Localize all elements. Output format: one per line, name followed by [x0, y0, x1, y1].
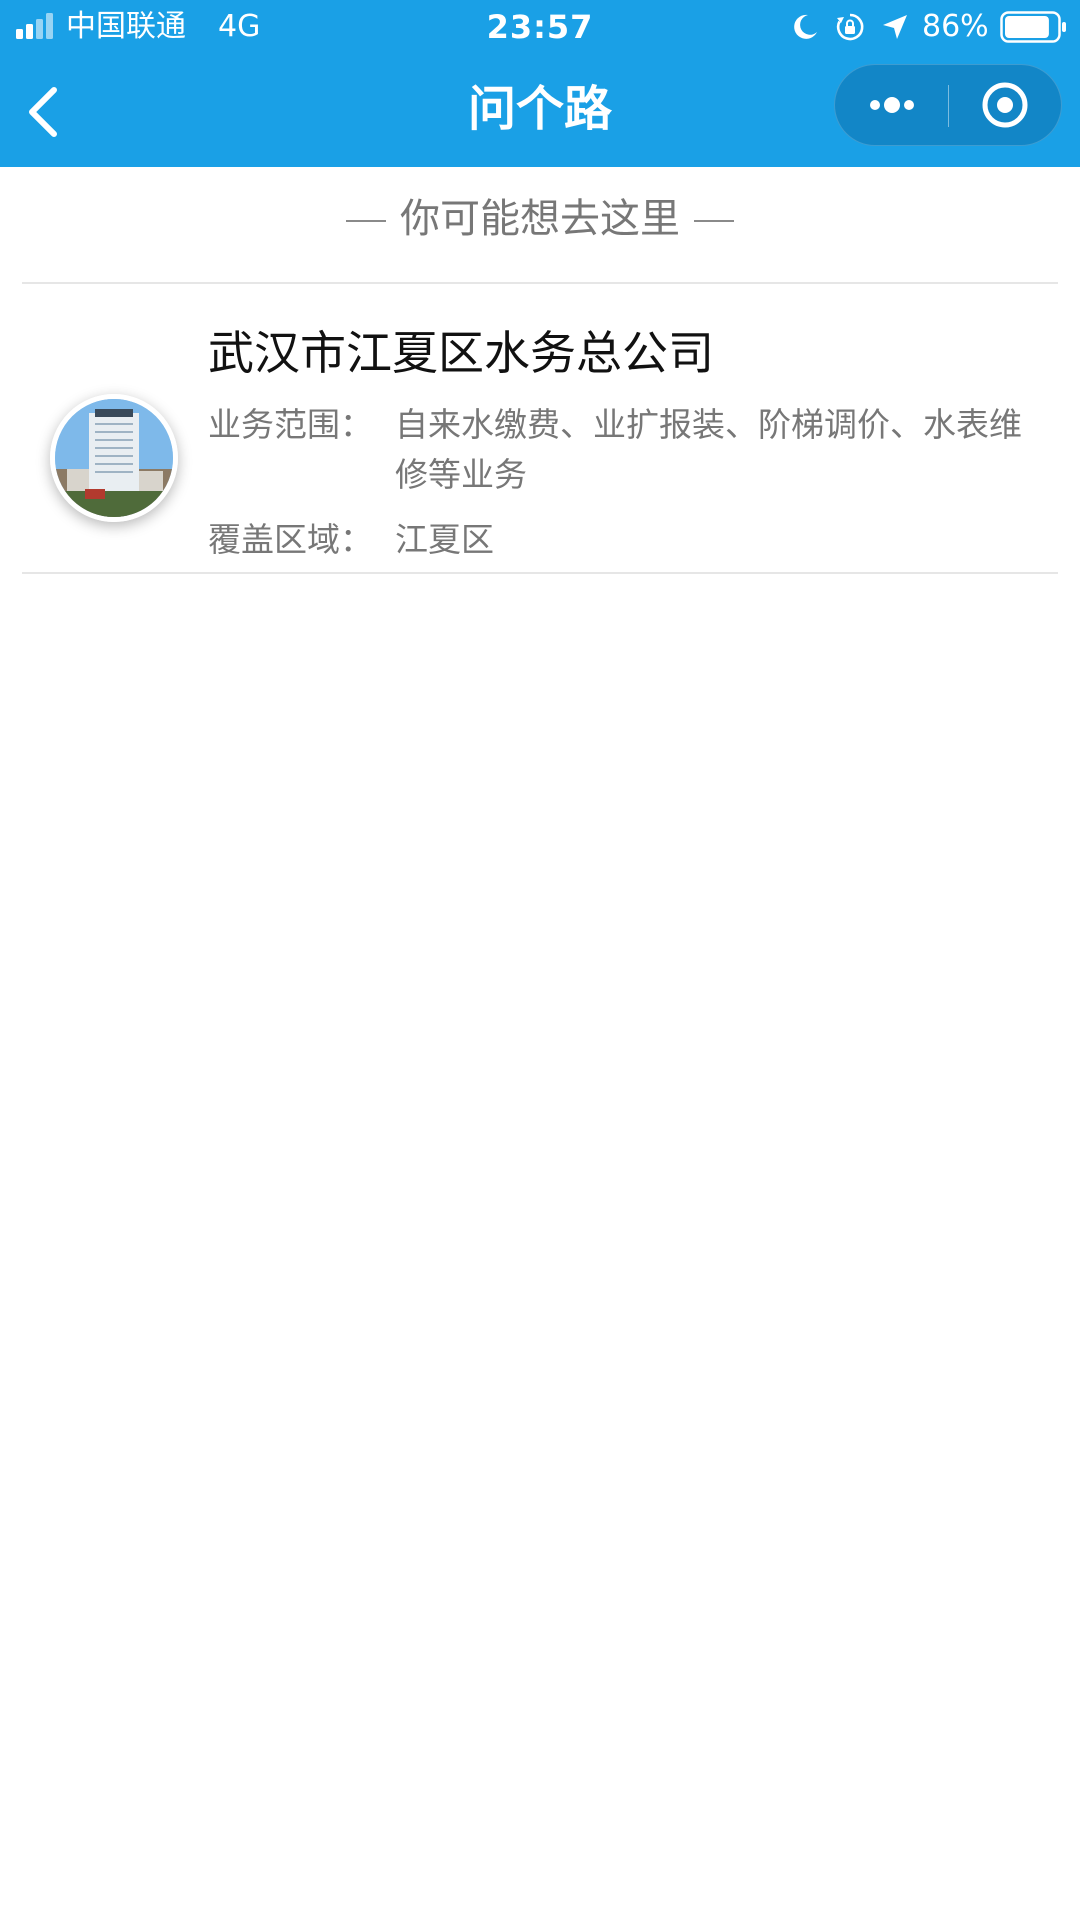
close-mini-program-button[interactable] — [949, 65, 1062, 145]
rotation-lock-icon — [836, 13, 864, 41]
coverage-area-label: 覆盖区域： — [208, 520, 373, 559]
location-arrow-icon — [883, 15, 907, 39]
business-scope-value: 自来水缴费、业扩报装、阶梯调价、水表维修等业务 — [395, 405, 1022, 494]
app-header: 中国联通 4G 23:57 86% 问个路 — [0, 0, 1080, 167]
nav-bar: 问个路 — [0, 56, 1080, 167]
company-avatar — [50, 394, 178, 522]
moon-icon — [794, 14, 817, 39]
more-dots-icon — [870, 97, 914, 113]
heading-dash-right — [694, 220, 734, 222]
status-time: 23:57 — [486, 8, 594, 46]
business-scope-label: 业务范围： — [208, 405, 373, 444]
mini-program-capsule — [834, 64, 1062, 146]
status-bar: 中国联通 4G 23:57 86% — [0, 0, 1080, 56]
result-item[interactable]: 武汉市江夏区水务总公司 业务范围： 自来水缴费、业扩报装、阶梯调价、水表维修等业… — [0, 284, 1080, 572]
target-circle-icon — [982, 82, 1028, 128]
section-heading: 你可能想去这里 — [0, 192, 1080, 246]
divider-bottom — [22, 572, 1058, 574]
company-name: 武汉市江夏区水务总公司 — [208, 326, 714, 380]
coverage-area-value: 江夏区 — [395, 520, 494, 559]
building-photo-icon — [55, 399, 173, 517]
more-button[interactable] — [835, 65, 948, 145]
heading-dash-left — [346, 220, 386, 222]
section-heading-text: 你可能想去这里 — [400, 196, 680, 242]
battery-icon — [1000, 11, 1066, 43]
battery-percent: 86% — [922, 9, 989, 44]
